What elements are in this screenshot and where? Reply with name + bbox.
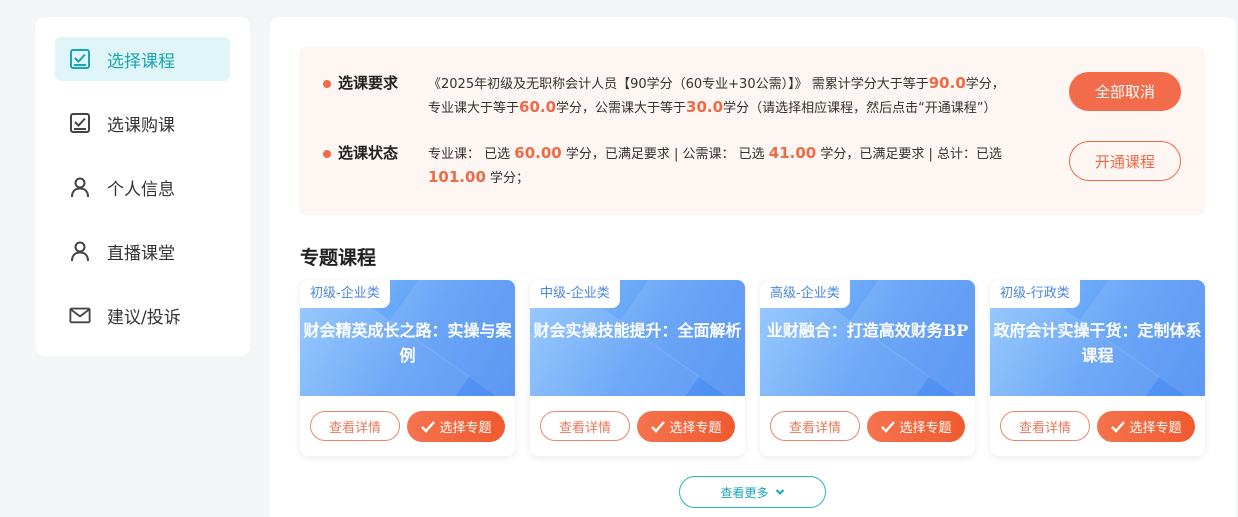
mail-icon — [69, 304, 91, 326]
bullet-dot — [323, 150, 331, 158]
view-detail-button[interactable]: 查看详情 — [1000, 411, 1090, 441]
requirements-box: 选课要求 《2025年初级及无职称会计人员【90学分（60专业+30公需）】》 … — [299, 47, 1205, 215]
view-detail-button[interactable]: 查看详情 — [540, 411, 630, 441]
card-banner[interactable]: 中级-企业类 财会实操技能提升：全面解析 — [530, 280, 745, 396]
card-title: 财会精英成长之路：实操与案例 — [303, 321, 512, 365]
select-topic-button[interactable]: 选择专题 — [407, 411, 505, 442]
cancel-all-button[interactable]: 全部取消 — [1069, 72, 1181, 111]
requirement-text-part: 学分，公需课大于等于 — [556, 101, 687, 116]
sidebar-item-label: 直播课堂 — [107, 243, 175, 264]
checkbox-icon — [69, 48, 91, 70]
check-icon — [880, 420, 896, 434]
view-detail-button[interactable]: 查看详情 — [310, 411, 400, 441]
select-topic-label: 选择专题 — [669, 420, 722, 435]
view-detail-button[interactable]: 查看详情 — [770, 411, 860, 441]
sidebar-item-select-course[interactable]: 选择课程 — [55, 37, 230, 81]
required-total-credits: 90.0 — [928, 74, 966, 92]
open-course-button[interactable]: 开通课程 — [1069, 141, 1181, 181]
sidebar: 选择课程 选课购课 个人信息 直播课堂 建议/投诉 — [35, 17, 250, 356]
sidebar-item-label: 建议/投诉 — [107, 307, 181, 328]
card-title: 政府会计实操干货：定制体系课程 — [993, 321, 1202, 365]
card-category-tag: 初级-企业类 — [300, 280, 390, 308]
sidebar-item-feedback[interactable]: 建议/投诉 — [55, 293, 230, 337]
user-icon — [69, 176, 91, 198]
requirement-text-part: 学分， — [965, 77, 1005, 92]
section-title: 专题课程 — [300, 247, 377, 269]
checkbox-icon — [69, 112, 91, 134]
check-icon — [420, 420, 436, 434]
requirement-text: 《2025年初级及无职称会计人员【90学分（60专业+30公需）】》 需累计学分… — [428, 72, 1043, 120]
selected-public-credits: 41.00 — [768, 144, 817, 162]
sidebar-item-purchase[interactable]: 选课购课 — [55, 101, 230, 145]
course-card: 高级-企业类 业财融合：打造高效财务BP 查看详情 选择专题 — [760, 280, 975, 456]
requirement-title: 选课要求 — [338, 74, 399, 92]
main-panel: 选课要求 《2025年初级及无职称会计人员【90学分（60专业+30公需）】》 … — [270, 17, 1236, 517]
sidebar-item-label: 个人信息 — [107, 179, 175, 200]
check-icon — [1110, 420, 1126, 434]
required-public-credits: 30.0 — [686, 98, 724, 116]
status-text-part: 学分，已满足要求 | 总计：已选 — [816, 147, 1002, 162]
status-text: 专业课： 已选 60.00 学分，已满足要求 | 公需课： 已选 41.00 学… — [428, 142, 1043, 190]
user-icon — [69, 240, 91, 262]
status-text-part: 学分，已满足要求 | 公需课： 已选 — [561, 147, 769, 162]
requirement-row: 选课要求 《2025年初级及无职称会计人员【90学分（60专业+30公需）】》 … — [323, 72, 1043, 120]
course-card: 初级-行政类 政府会计实操干货：定制体系课程 查看详情 选择专题 — [990, 280, 1205, 456]
sidebar-item-label: 选课购课 — [107, 115, 175, 136]
requirement-text-part: 专业课大于等于 — [428, 101, 520, 116]
view-more-label: 查看更多 — [720, 485, 769, 500]
status-title: 选课状态 — [338, 144, 399, 162]
select-topic-button[interactable]: 选择专题 — [637, 411, 735, 442]
select-topic-label: 选择专题 — [1129, 420, 1182, 435]
card-category-tag: 中级-企业类 — [530, 280, 620, 308]
bullet-dot — [323, 80, 331, 88]
sidebar-item-profile[interactable]: 个人信息 — [55, 165, 230, 209]
sidebar-item-label: 选择课程 — [107, 51, 175, 72]
check-icon — [650, 420, 666, 434]
select-topic-button[interactable]: 选择专题 — [867, 411, 965, 442]
card-title: 业财融合：打造高效财务BP — [766, 321, 969, 340]
select-topic-label: 选择专题 — [899, 420, 952, 435]
select-topic-button[interactable]: 选择专题 — [1097, 411, 1195, 442]
card-banner[interactable]: 初级-企业类 财会精英成长之路：实操与案例 — [300, 280, 515, 396]
card-category-tag: 初级-行政类 — [990, 280, 1080, 308]
course-card: 初级-企业类 财会精英成长之路：实操与案例 查看详情 选择专题 — [300, 280, 515, 456]
selected-professional-credits: 60.00 — [514, 144, 562, 162]
chevron-down-icon — [775, 488, 785, 496]
card-title: 财会实操技能提升：全面解析 — [533, 321, 742, 340]
requirement-text-part: 《2025年初级及无职称会计人员【90学分（60专业+30公需）】》 需累计学分… — [428, 77, 929, 92]
card-banner[interactable]: 初级-行政类 政府会计实操干货：定制体系课程 — [990, 280, 1205, 396]
status-text-part: 学分； — [485, 171, 530, 186]
card-category-tag: 高级-企业类 — [760, 280, 850, 308]
required-professional-credits: 60.0 — [519, 98, 557, 116]
select-topic-label: 选择专题 — [439, 420, 492, 435]
status-text-part: 专业课： 已选 — [428, 147, 515, 162]
sidebar-item-live[interactable]: 直播课堂 — [55, 229, 230, 273]
selected-total-credits: 101.00 — [428, 168, 486, 186]
card-banner[interactable]: 高级-企业类 业财融合：打造高效财务BP — [760, 280, 975, 396]
requirement-text-part: 学分（请选择相应课程，然后点击“开通课程”） — [723, 101, 997, 116]
status-row: 选课状态 专业课： 已选 60.00 学分，已满足要求 | 公需课： 已选 41… — [323, 142, 1043, 190]
view-more-button[interactable]: 查看更多 — [679, 476, 826, 508]
course-card: 中级-企业类 财会实操技能提升：全面解析 查看详情 选择专题 — [530, 280, 745, 456]
